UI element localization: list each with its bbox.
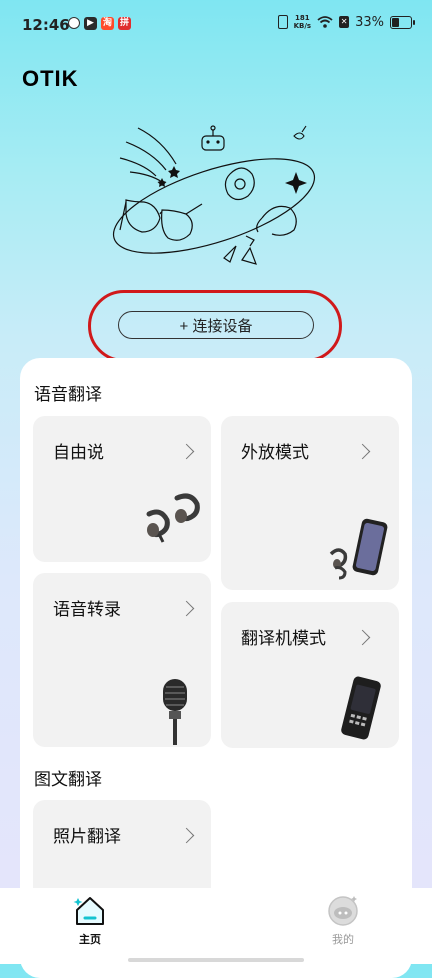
battery-icon [390,15,415,29]
notification-icons: ▶ 淘 拼 [68,17,131,30]
card-photo-translation-label: 照片翻译 [53,827,121,847]
tab-home[interactable]: 主页 [30,888,150,958]
card-voice-transcription[interactable]: 语音转录 [33,573,211,747]
profile-icon [328,896,358,926]
battery-percent: 33% [355,14,384,30]
tab-home-label: 主页 [79,933,101,946]
chevron-right-icon [178,600,195,617]
hero-illustration [112,125,316,265]
deal-app-icon: 拼 [118,17,131,30]
app-title: OTIK [22,66,79,91]
status-bar: 12:46 ▶ 淘 拼 181 KB/s ✕ 33% [0,0,432,52]
vibrate-icon [277,15,288,29]
tab-mine[interactable]: 我的 [283,888,403,958]
home-indicator [128,958,304,962]
wifi-icon [317,16,333,28]
video-app-icon: ▶ [84,17,97,30]
home-icon [73,897,104,925]
card-speaker-mode-label: 外放模式 [241,443,309,463]
chevron-right-icon [178,827,195,844]
features-panel: 语音翻译 自由说 外放模式 语音转录 翻译机模式 图文翻译 照片翻译 [20,358,412,978]
network-speed: 181 KB/s [293,14,312,30]
clock: 12:46 [22,16,70,34]
card-free-talk[interactable]: 自由说 [33,416,211,562]
card-speaker-mode[interactable]: 外放模式 [221,416,399,590]
tab-mine-label: 我的 [332,933,354,946]
translator-device-icon [341,676,381,740]
card-free-talk-label: 自由说 [53,443,104,463]
chevron-right-icon [178,443,195,460]
voice-translation-title: 语音翻译 [34,385,102,405]
card-translator-mode-label: 翻译机模式 [241,629,326,649]
microphone-icon [163,679,187,745]
cloud-app-icon [68,17,80,29]
phone-earbuds-icon [329,518,388,580]
earbuds-icon [146,493,200,543]
bottom-tab-bar: 主页 我的 [0,888,432,964]
chevron-right-icon [354,443,371,460]
chevron-right-icon [354,629,371,646]
connect-device-button[interactable]: + 连接设备 [118,311,314,339]
image-translation-title: 图文翻译 [34,770,102,790]
sale-app-icon: 淘 [101,17,114,30]
card-translator-mode[interactable]: 翻译机模式 [221,602,399,748]
no-sim-icon: ✕ [339,16,350,28]
card-voice-transcription-label: 语音转录 [53,600,121,620]
